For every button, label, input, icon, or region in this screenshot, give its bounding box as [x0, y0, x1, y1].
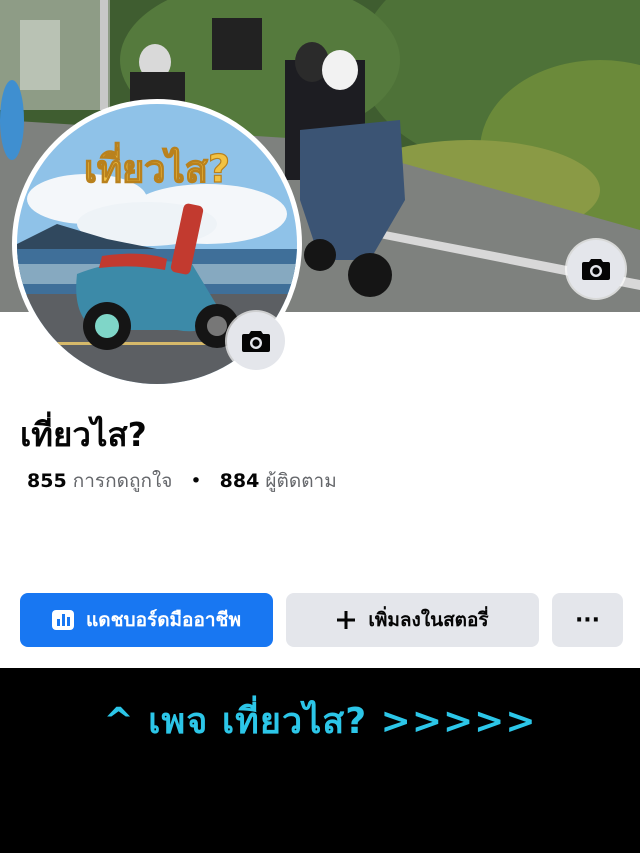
likes-count[interactable]: 855 — [27, 470, 67, 492]
page-stats: 855 การกดถูกใจ • 884 ผู้ติดตาม — [27, 466, 337, 496]
bar-chart-icon — [52, 610, 75, 630]
add-story-label: เพิ่มลงในสตอรี่ — [368, 609, 489, 631]
followers-label[interactable]: ผู้ติดตาม — [265, 470, 336, 492]
camera-icon — [242, 331, 270, 352]
page-name: เที่ยวไส? — [20, 415, 147, 454]
dashboard-label: แดชบอร์ดมืออาชีพ — [86, 609, 241, 631]
cover-camera-button[interactable] — [567, 240, 625, 298]
caption-text: ^ เพจ เที่ยวไส? >>>>> — [103, 701, 537, 742]
followers-count[interactable]: 884 — [220, 470, 260, 492]
avatar-logo-text: เที่ยวไส? — [84, 142, 230, 191]
add-to-story-button[interactable]: เพิ่มลงในสตอรี่ — [286, 593, 539, 647]
more-options-button[interactable]: ··· — [552, 593, 623, 647]
professional-dashboard-button[interactable]: แดชบอร์ดมืออาชีพ — [20, 593, 273, 647]
plus-icon — [337, 611, 356, 629]
profile-camera-button[interactable] — [227, 312, 285, 370]
likes-label[interactable]: การกดถูกใจ — [73, 470, 173, 492]
camera-icon — [582, 259, 610, 280]
more-dots-icon: ··· — [574, 607, 601, 633]
stats-separator: • — [190, 470, 202, 492]
facebook-page-profile: เที่ยวไส? เที่ยวไส? 855 การกดถูกใจ • 884… — [0, 0, 640, 668]
